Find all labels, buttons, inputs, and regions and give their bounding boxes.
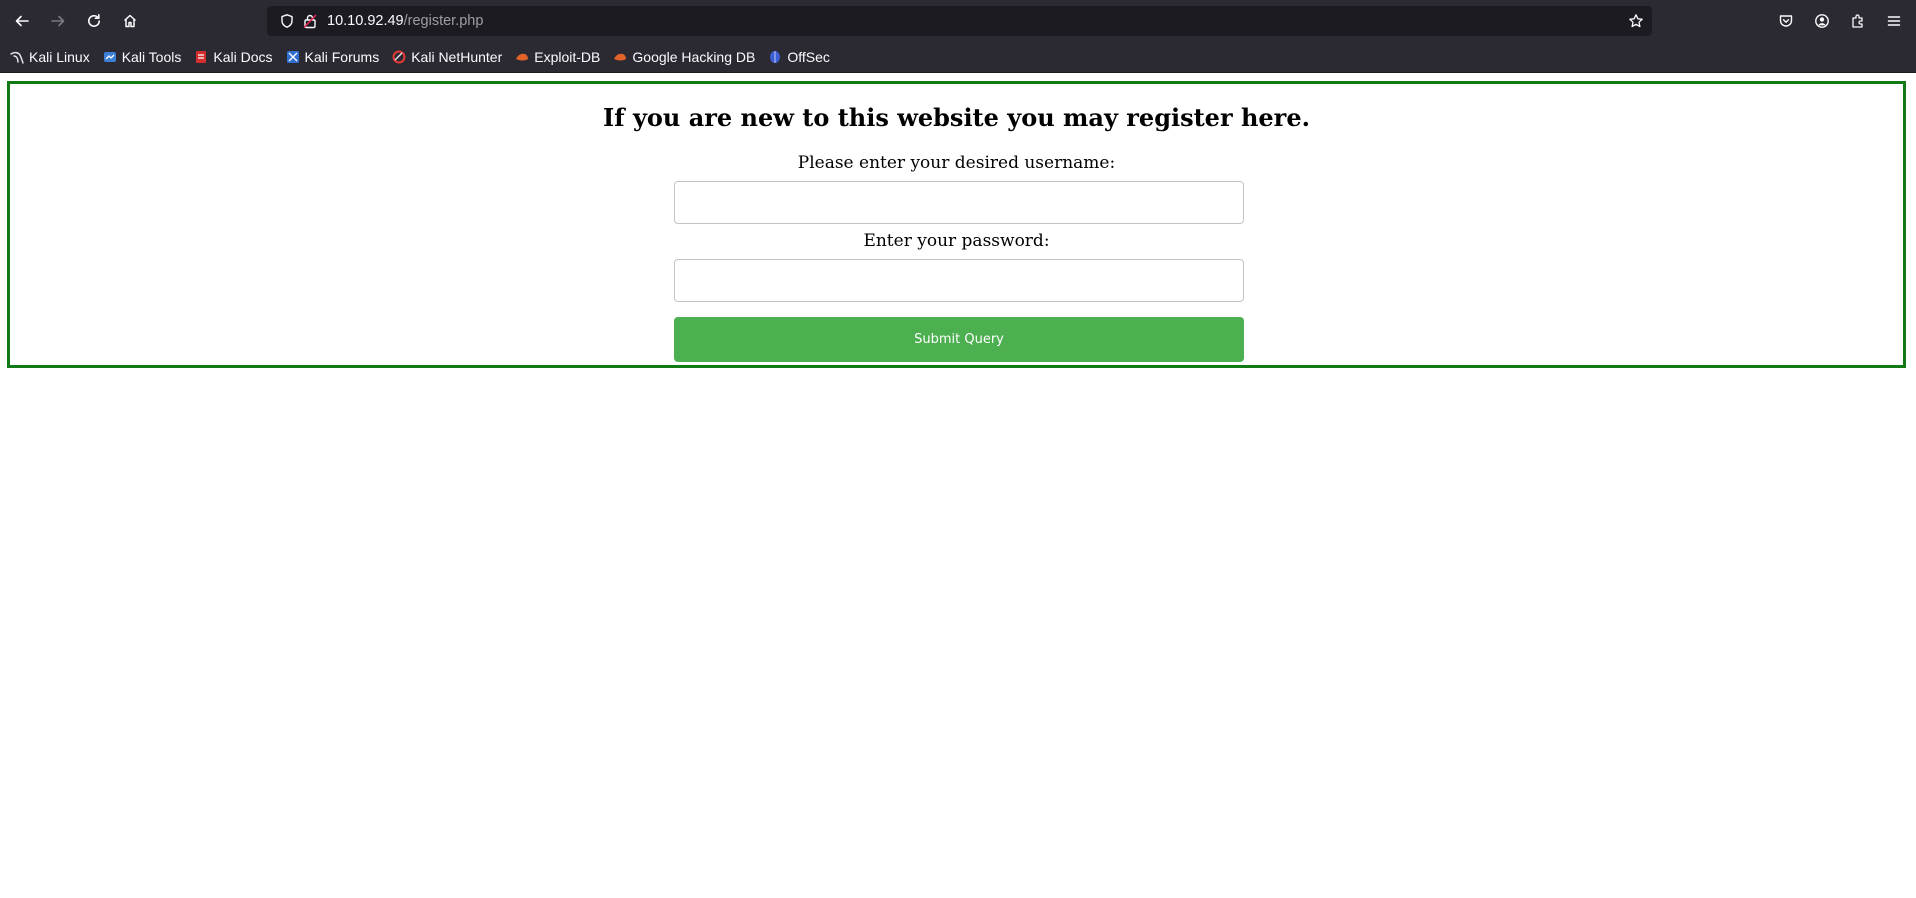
pocket-icon: [1779, 15, 1793, 27]
extensions-button[interactable]: [1846, 9, 1870, 33]
exploit-db-icon: [514, 49, 530, 65]
offsec-icon: [767, 49, 783, 65]
bookmark-label: Kali NetHunter: [411, 49, 503, 65]
home-button[interactable]: [118, 9, 142, 33]
bookmark-label: Exploit-DB: [534, 49, 601, 65]
back-button[interactable]: [10, 9, 34, 33]
bookmark-kali-docs[interactable]: Kali Docs: [193, 49, 273, 65]
username-input[interactable]: [674, 181, 1244, 224]
url-text[interactable]: 10.10.92.49/register.php: [327, 13, 483, 29]
bookmark-label: Kali Docs: [213, 49, 273, 65]
account-button[interactable]: [1810, 9, 1834, 33]
submit-button[interactable]: Submit Query: [674, 317, 1244, 362]
kali-tools-icon: [102, 49, 118, 65]
password-input[interactable]: [674, 259, 1244, 302]
forward-arrow-icon: [51, 15, 65, 27]
url-bar[interactable]: 10.10.92.49/register.php: [267, 6, 1652, 36]
bookmark-label: Google Hacking DB: [632, 49, 756, 65]
forward-button[interactable]: [46, 9, 70, 33]
url-path: /register.php: [403, 13, 484, 29]
bookmark-exploit-db[interactable]: Exploit-DB: [514, 49, 600, 65]
back-arrow-icon: [15, 15, 29, 27]
bookmark-label: OffSec: [787, 49, 830, 65]
reload-button[interactable]: [82, 9, 106, 33]
bookmark-label: Kali Linux: [29, 49, 90, 65]
bookmark-kali-tools[interactable]: Kali Tools: [102, 49, 182, 65]
page-heading: If you are new to this website you may r…: [603, 103, 1310, 132]
home-icon: [123, 14, 137, 28]
insecure-lock-icon[interactable]: [302, 13, 318, 29]
password-label: Enter your password:: [863, 231, 1050, 251]
bookmark-kali-nethunter[interactable]: Kali NetHunter: [391, 49, 502, 65]
browser-toolbar: 10.10.92.49/register.php: [0, 0, 1916, 42]
account-icon: [1815, 14, 1829, 28]
pocket-button[interactable]: [1774, 9, 1798, 33]
register-form: If you are new to this website you may r…: [7, 81, 1906, 368]
bookmark-google-hacking-db[interactable]: Google Hacking DB: [612, 49, 755, 65]
kali-docs-icon: [193, 49, 209, 65]
bookmark-offsec[interactable]: OffSec: [767, 49, 830, 65]
bookmark-kali-linux[interactable]: Kali Linux: [9, 49, 90, 65]
bookmark-kali-forums[interactable]: Kali Forums: [285, 49, 380, 65]
hamburger-menu-icon: [1887, 16, 1901, 26]
kali-nethunter-icon: [391, 49, 407, 65]
bookmarks-toolbar: Kali Linux Kali Tools Kali Docs Kali For…: [0, 42, 1916, 73]
kali-dragon-icon: [9, 49, 25, 65]
google-hacking-db-icon: [612, 49, 628, 65]
tracking-shield-icon[interactable]: [279, 13, 295, 29]
bookmark-label: Kali Forums: [304, 49, 380, 65]
bookmark-star-icon[interactable]: [1628, 13, 1644, 29]
username-label: Please enter your desired username:: [797, 153, 1116, 173]
puzzle-piece-icon: [1852, 14, 1863, 28]
reload-icon: [88, 14, 100, 27]
kali-forums-icon: [285, 49, 301, 65]
bookmark-label: Kali Tools: [121, 49, 182, 65]
url-host: 10.10.92.49: [327, 13, 404, 29]
app-menu-button[interactable]: [1882, 9, 1906, 33]
